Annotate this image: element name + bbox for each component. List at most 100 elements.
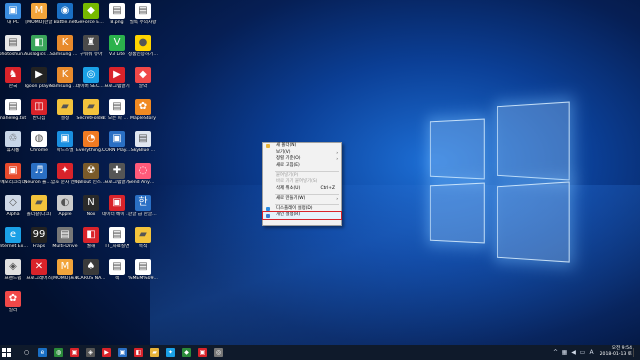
desktop-icon[interactable]: ▣CORN Play... (x86) [102,131,132,154]
desktop-icon[interactable]: ▤1. 모든 파 일을 한번... [102,99,132,122]
desktop-icon[interactable]: ◈ 프렌드쉽 [0,259,26,282]
desktop-icon[interactable]: K Samsung Kies [50,35,80,58]
desktop-context-menu: 새 폴더(N) 보기(V) › 정렬 기준(O) › 새로 고침(E) 붙여넣기(P) 바로 … [262,142,342,226]
context-menu-item[interactable]: 삭제 취소(U) Ctrl+Z [263,186,341,193]
app-icon[interactable]: ◧ [134,348,143,357]
desktop-icon[interactable]: ▰ 설정 [52,99,78,122]
app-icon[interactable]: ▣ [70,348,79,357]
desktop-icon[interactable]: ✿ MapleStory [130,99,156,122]
app-icon[interactable]: ▣ [118,348,127,357]
desktop-icon[interactable]: M [MOMO]한글 [25,3,53,26]
desktop-icon[interactable]: ▤ 8.png [104,3,130,26]
desktop-icon[interactable]: ♠ICARUS NAVER [76,259,106,282]
desktop-icon[interactable]: ◎네이버 SECUR... [76,67,106,90]
clock-date: 2018-01-13 토 [599,352,632,357]
desktop-icon[interactable]: ♬Neuron 플레이어 [24,163,54,186]
desktop-icon[interactable]: V V3 Lite [104,35,130,58]
desktop-icon[interactable]: ▣ 메모리크리너 [0,163,26,186]
desktop-icon[interactable]: 한한글 급 한글 2007 [128,195,158,218]
folder-icon: ▰ [31,195,47,211]
desktop-icon[interactable]: ▣ 학드스엘 [52,131,78,154]
app-icon: ▣ [5,163,21,179]
chrome-icon[interactable]: ◍ [54,348,63,357]
desktop-icon[interactable]: M [MOMO]프로 [51,259,79,282]
desktop-icon[interactable]: ▤ 책 [104,259,130,282]
desktop-icon[interactable]: ◆ 알약 [130,67,156,90]
desktop-icon[interactable]: ☢Fallout 인스톨 Kwasi [76,163,106,186]
desktop-icon[interactable]: ✕ 프로그래머스 [26,259,52,282]
desktop-icon[interactable]: ◫ 반디집 [26,99,52,122]
context-menu-item[interactable]: 새로 고침(E) [263,163,341,170]
desktop-icon[interactable]: ▤ naheleg.txt [0,99,26,122]
submenu-arrow-icon: › [336,156,338,162]
network-icon[interactable]: ▦ [561,349,568,356]
v3-icon: V [109,35,125,51]
desktop-icon[interactable]: ▰ SecretFolder [77,99,105,122]
desktop-icon[interactable]: ♜ 구워줘 유아 [78,35,104,58]
taskbar-clock[interactable]: 오전 9:54 2018-01-13 토 [598,346,632,358]
show-desktop-button[interactable] [633,348,639,357]
context-menu-item[interactable]: 정렬 기준(O) › [263,156,341,163]
app-icon: ▣ [57,131,73,147]
desktop-icon[interactable]: 99 Fraps [26,227,52,250]
desktop-icon[interactable]: ◧Auslogics Disk Defrag [24,35,54,58]
desktop-icon[interactable]: ◇ Alpha [0,195,26,218]
desktop-icon[interactable]: ♞ 한국 [0,67,26,90]
game-icon: ♠ [83,259,99,275]
youtube-icon[interactable]: ▶ [102,348,111,357]
alyac-icon: ◆ [135,67,151,83]
desktop-icon[interactable]: ▶ 프로그램깔기 [104,67,130,90]
desktop-icon[interactable]: ●정품인증하기 Kit 이용 [128,35,158,58]
desktop-icon[interactable]: ◔Everything Search [76,131,106,154]
app-icon[interactable]: ▣ [198,348,207,357]
windows-logo-pane [496,181,570,263]
explorer-icon[interactable]: ▰ [150,348,159,357]
file-icon: ▤ [5,35,21,51]
desktop-icon[interactable]: ▣ 내 PC [0,3,26,26]
desktop-icon[interactable]: ▤ Multi-Drive [52,227,78,250]
context-menu-item[interactable]: 새로 만들기(W) › [263,196,341,203]
chevron-up-icon[interactable]: ^ [552,349,559,356]
app-icon[interactable]: ◆ [182,348,191,357]
desktop-icon[interactable]: ▣데이터 베이 스 지원 알 [102,195,132,218]
desktop-icon[interactable]: ▶ Igoon player [25,67,53,90]
desktop-icon[interactable]: ✿ 일러 [0,291,26,314]
text-file-icon: ▤ [135,3,151,19]
app-icon[interactable]: ◈ [86,348,95,357]
desktop-icon[interactable]: ◧ 월해 [78,227,104,250]
start-button[interactable] [2,348,12,358]
twitter-icon[interactable]: ✦ [166,348,175,357]
desktop-icon[interactable]: ✚ 프로그램깔기 [104,163,130,186]
menu-item-shortcut: Ctrl+Z [320,185,336,191]
edge-icon[interactable]: e [38,348,47,357]
volume-icon[interactable]: ◀ [570,349,577,356]
desktop-icon[interactable]: ▤ photoshun... [0,35,27,58]
desktop-icon[interactable]: ◌Send Anywhe... [128,163,158,186]
desktop-icon[interactable]: ▤ %MEM%09... [128,259,158,282]
context-menu-item[interactable]: 개인 설정(R) [262,211,342,220]
desktop-icon[interactable]: N Nox [78,195,104,218]
desktop-icon[interactable]: ▤ SkyBlue ... [130,131,156,154]
ime-icon[interactable]: A [588,349,595,356]
context-menu-item[interactable]: 디스플레이 설정(D) [263,206,341,213]
menu-separator [275,193,339,195]
desktop-icon[interactable]: eInternet Explorer [0,227,28,250]
windows-logo-pane [496,101,570,181]
desktop-icon[interactable]: ▤ 필독 주의사항 [130,3,156,26]
desktop-icon[interactable]: KSamsung Kies (Lite) [50,67,80,90]
desktop-icon[interactable]: ◆GeForce Experience [76,3,106,26]
desktop-icon[interactable]: ◐ Apple [52,195,78,218]
search-icon[interactable]: ○ [22,348,31,357]
desktop-icon[interactable]: ▰ 폴더갈(다크) [26,195,52,218]
desktop-icon[interactable]: ◍ Chrome [26,131,52,154]
context-menu-item[interactable]: 새 폴더(N) [263,143,341,150]
desktop-icon[interactable]: ▤ TT_자료실면 [104,227,130,250]
windows-logo-icon [2,348,7,353]
desktop-icon[interactable]: ▰ 목적 [130,227,156,250]
desktop-icon[interactable]: ✦ 암호 문자 엔터 [51,163,79,186]
context-menu-item[interactable]: 보기(V) › [263,150,341,157]
keyboard-icon[interactable]: ▭ [579,349,586,356]
app-icon[interactable]: ◎ [214,348,223,357]
desktop-icon[interactable]: ◉ Battle.net [52,3,78,26]
desktop-icon[interactable]: ♲ 휴지통 [0,131,26,154]
